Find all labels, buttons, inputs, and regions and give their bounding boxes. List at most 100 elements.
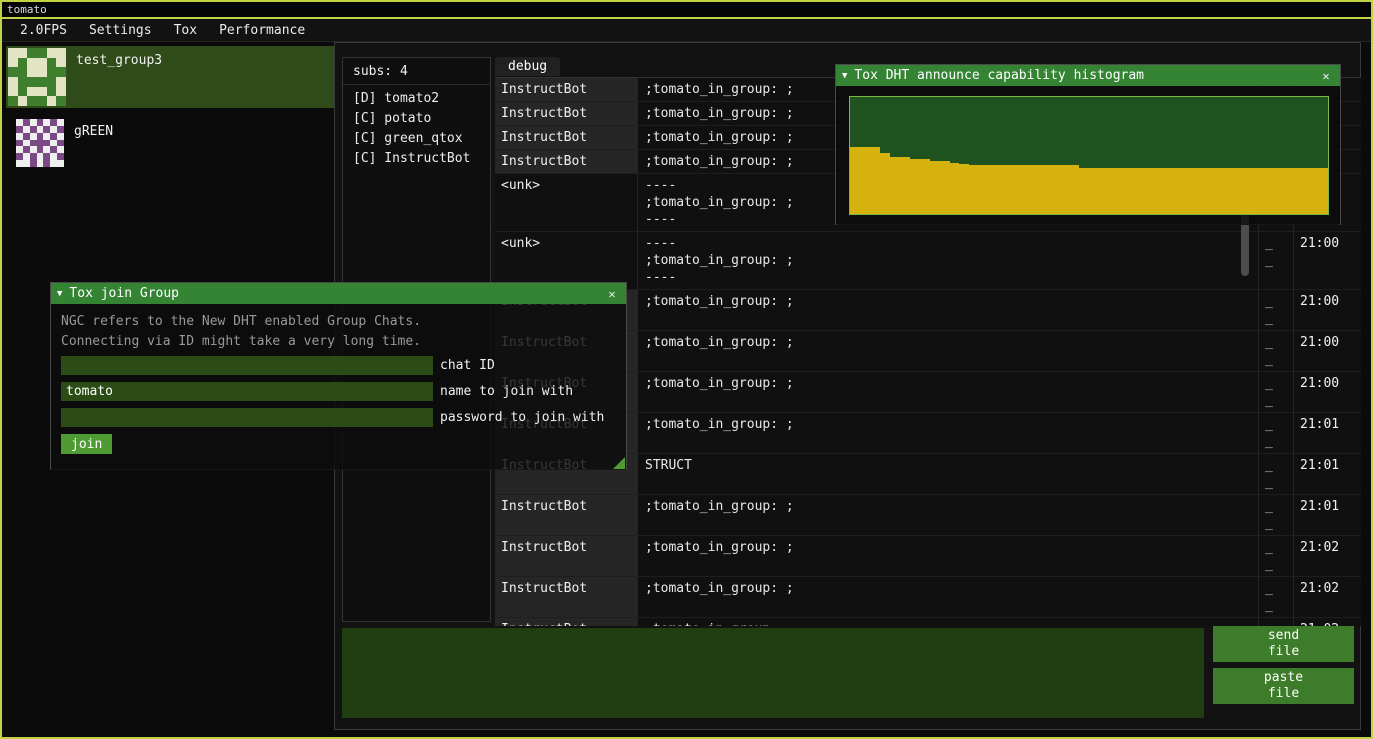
chat-id-input[interactable] bbox=[61, 356, 433, 375]
group-item-test_group3[interactable]: test_group3 bbox=[6, 46, 338, 108]
message-text: ;tomato_in_group: ; bbox=[637, 577, 1258, 617]
collapse-icon[interactable]: ▼ bbox=[57, 289, 62, 299]
collapse-icon[interactable]: ▼ bbox=[842, 71, 847, 81]
histogram-bar bbox=[1188, 168, 1198, 214]
message-input[interactable] bbox=[342, 628, 1204, 718]
message-text: ;tomato_in_group: ; bbox=[637, 331, 1258, 371]
message-flags: _ _ bbox=[1258, 232, 1293, 289]
group-list: test_group3 gREEN bbox=[6, 46, 338, 178]
message-row[interactable]: InstructBot;tomato_in_group: ;_ _21:02 bbox=[495, 536, 1361, 577]
join-window-title: Tox join Group bbox=[69, 286, 604, 301]
tab-debug[interactable]: debug bbox=[495, 57, 560, 76]
resize-grip[interactable] bbox=[613, 457, 625, 469]
histogram-bar bbox=[1198, 168, 1208, 214]
message-author: InstructBot bbox=[495, 78, 637, 101]
message-row[interactable]: InstructBot;tomato_in_group: ;_ _21:01 bbox=[495, 495, 1361, 536]
histogram-titlebar[interactable]: ▼ Tox DHT announce capability histogram … bbox=[836, 65, 1340, 86]
message-author: InstructBot bbox=[495, 495, 637, 535]
histogram-bar bbox=[999, 165, 1009, 214]
group-item-gREEN[interactable]: gREEN bbox=[6, 117, 338, 169]
message-time: 21:00 bbox=[1293, 331, 1361, 371]
message-text: ;tomato_in_group: ; bbox=[637, 413, 1258, 453]
join-titlebar[interactable]: ▼ Tox join Group ✕ bbox=[51, 283, 626, 304]
message-flags: _ _ bbox=[1258, 536, 1293, 576]
group-avatar bbox=[8, 48, 66, 106]
histogram-bar bbox=[880, 153, 890, 214]
file-buttons: send file paste file bbox=[1213, 626, 1354, 710]
histogram-bar bbox=[1079, 168, 1089, 214]
message-time: 21:01 bbox=[1293, 495, 1361, 535]
histogram-bar bbox=[1178, 168, 1188, 214]
message-text: ;tomato_in_group: ; bbox=[637, 495, 1258, 535]
histogram-bar bbox=[969, 165, 979, 214]
app-window: tomato 2.0FPSSettingsToxPerformance test… bbox=[0, 0, 1373, 739]
message-time: 21:00 bbox=[1293, 290, 1361, 330]
message-author: <unk> bbox=[495, 232, 637, 289]
join-description-line2: Connecting via ID might take a very long… bbox=[61, 332, 616, 352]
sub-item-tomato2[interactable]: [D] tomato2 bbox=[343, 89, 490, 109]
group-name: test_group3 bbox=[68, 46, 162, 68]
histogram-plot bbox=[849, 96, 1329, 215]
group-avatar bbox=[16, 119, 64, 167]
histogram-bar bbox=[1318, 168, 1328, 214]
histogram-bar bbox=[850, 147, 860, 214]
histogram-bar bbox=[870, 147, 880, 214]
close-button[interactable]: ✕ bbox=[1318, 69, 1334, 83]
message-row[interactable]: InstructBot;tomato_in_group: ;_ _21:02 bbox=[495, 577, 1361, 618]
histogram-body bbox=[836, 86, 1340, 225]
histogram-bar bbox=[930, 161, 940, 214]
menu-performance[interactable]: Performance bbox=[208, 20, 316, 41]
histogram-bar bbox=[1019, 165, 1029, 214]
histogram-bar bbox=[989, 165, 999, 214]
message-row[interactable]: InstructBot;tomato_in_group: ;_ _21:02 bbox=[495, 618, 1361, 626]
message-time: 21:02 bbox=[1293, 577, 1361, 617]
histogram-bar bbox=[1069, 165, 1079, 214]
message-time: 21:01 bbox=[1293, 454, 1361, 494]
join-field-row: password to join with bbox=[61, 408, 616, 427]
histogram-bar bbox=[1268, 168, 1278, 214]
message-author: InstructBot bbox=[495, 536, 637, 576]
histogram-bar bbox=[950, 163, 960, 214]
join-field-label: name to join with bbox=[440, 384, 573, 399]
histogram-bar bbox=[1109, 168, 1119, 214]
message-author: InstructBot bbox=[495, 102, 637, 125]
message-time: 21:01 bbox=[1293, 413, 1361, 453]
join-field-row: chat ID bbox=[61, 356, 616, 375]
menu-tox[interactable]: Tox bbox=[163, 20, 208, 41]
sub-item-instructbot[interactable]: [C] InstructBot bbox=[343, 149, 490, 169]
histogram-bar bbox=[1218, 168, 1228, 214]
message-author: InstructBot bbox=[495, 577, 637, 617]
histogram-bar bbox=[959, 164, 969, 214]
sub-item-potato[interactable]: [C] potato bbox=[343, 109, 490, 129]
histogram-bar bbox=[1089, 168, 1099, 214]
histogram-bar bbox=[1149, 168, 1159, 214]
histogram-bar bbox=[1119, 168, 1129, 214]
histogram-bar bbox=[940, 161, 950, 214]
close-button[interactable]: ✕ bbox=[604, 287, 620, 301]
join-field-label: chat ID bbox=[440, 358, 495, 373]
message-flags: _ _ bbox=[1258, 454, 1293, 494]
join-password-input[interactable] bbox=[61, 408, 433, 427]
histogram-window-title: Tox DHT announce capability histogram bbox=[854, 68, 1318, 83]
paste-file-button[interactable]: paste file bbox=[1213, 668, 1354, 704]
message-author: InstructBot bbox=[495, 150, 637, 173]
histogram-bar bbox=[1238, 168, 1248, 214]
join-field-label: password to join with bbox=[440, 410, 604, 425]
join-button[interactable]: join bbox=[61, 434, 112, 454]
histogram-bar bbox=[1308, 168, 1318, 214]
histogram-bar bbox=[910, 159, 920, 214]
histogram-bar bbox=[1059, 165, 1069, 214]
message-time: 21:02 bbox=[1293, 536, 1361, 576]
histogram-bar bbox=[1248, 168, 1258, 214]
send-file-button[interactable]: send file bbox=[1213, 626, 1354, 662]
histogram-bar bbox=[1029, 165, 1039, 214]
menu-settings[interactable]: Settings bbox=[78, 20, 163, 41]
menu-bar: 2.0FPSSettingsToxPerformance bbox=[2, 19, 1371, 42]
histogram-bar bbox=[1258, 168, 1268, 214]
join-name-input[interactable] bbox=[61, 382, 433, 401]
histogram-bar bbox=[1049, 165, 1059, 214]
histogram-bar bbox=[979, 165, 989, 214]
histogram-bar bbox=[1228, 168, 1238, 214]
message-author: InstructBot bbox=[495, 618, 637, 626]
sub-item-green_qtox[interactable]: [C] green_qtox bbox=[343, 129, 490, 149]
